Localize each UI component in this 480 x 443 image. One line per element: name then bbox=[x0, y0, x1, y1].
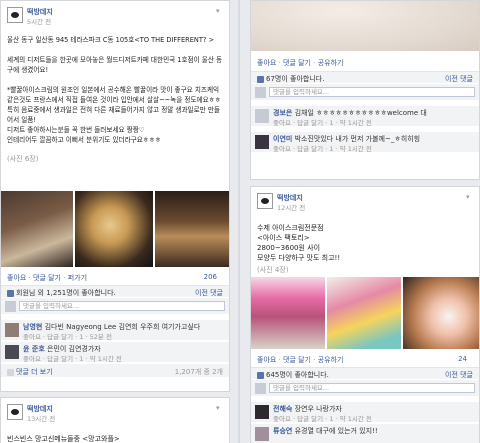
comment-text: 류승연 유경열 대구에 있는거 있지!! bbox=[273, 427, 378, 435]
comment: 윤 준호 은민이 김연경가자 좋아요 · 답글 달기 · 1 · 약 1시간 전 bbox=[1, 341, 229, 363]
photo-grid bbox=[1, 191, 229, 267]
avatar[interactable] bbox=[5, 323, 19, 337]
left-column: 떡방데지 5시간 전 ▾ 울산 동구 일산동 945 테라스파크 C동 105호… bbox=[0, 0, 230, 443]
post-actions: 좋아요 · 댓글 달기 · 공유하기 24 bbox=[257, 355, 467, 364]
comment-meta: 좋아요 · 답글 달기 · 1 · 약 1시간 전 bbox=[273, 415, 372, 423]
avatar bbox=[255, 87, 266, 98]
comment-button[interactable]: 댓글 달기 bbox=[283, 59, 311, 67]
thumbs-up-icon bbox=[257, 75, 264, 83]
comment-box: 댓글을 입력하세요... bbox=[251, 380, 479, 396]
post-card: 떡방데지 12시간 전 ▾ 수제 아이스크림전문점 <아이스 팩토리> 2800… bbox=[250, 186, 480, 443]
comment: 류승연 유경열 대구에 있는거 있지!! bbox=[251, 423, 479, 443]
likes-text[interactable]: 회원님 외 1,251명이 좋아합니다. bbox=[16, 289, 116, 297]
comment-meta: 좋아요 · 답글 달기 · 1 · 약 1시간 전 bbox=[273, 145, 372, 153]
photo-1[interactable] bbox=[251, 277, 325, 349]
more-comments-row: 댓글 더 보기 1,207개 중 2개 bbox=[1, 363, 229, 377]
page-avatar[interactable] bbox=[7, 7, 23, 23]
prev-comments-link[interactable]: 이전 댓글 bbox=[445, 74, 473, 84]
avatar[interactable] bbox=[255, 427, 269, 441]
comment: 이연미 박소진맛있다 내가 먼저 가볼께~_ㅎ히히힝 좋아요 · 답글 달기 ·… bbox=[251, 131, 479, 153]
chevron-down-icon[interactable]: ▾ bbox=[216, 7, 223, 15]
avatar[interactable] bbox=[255, 109, 269, 123]
comment: 경보은 김채일 ㅎㅎㅎㅎㅎㅎㅎㅎㅎㅎㅎwelcome 대 좋아요 · 답글 달기… bbox=[251, 105, 479, 127]
comment-bubble-icon bbox=[7, 368, 14, 376]
post-text: 수제 아이스크림전문점 <아이스 팩토리> 2800~3600원 사이 모양두 … bbox=[257, 224, 341, 262]
post-time[interactable]: 5시간 전 bbox=[27, 16, 51, 26]
avatar bbox=[255, 383, 266, 394]
photo-3[interactable] bbox=[403, 277, 479, 349]
avatar[interactable] bbox=[5, 345, 19, 359]
photo-2[interactable] bbox=[327, 277, 401, 349]
post-actions: 좋아요 · 댓글 달기 · 퍼가기 206 bbox=[7, 273, 217, 282]
likes-text[interactable]: 67명이 좋아합니다. bbox=[266, 75, 324, 83]
likes-summary: 645명이 좋아합니다. 이전 댓글 bbox=[251, 367, 479, 379]
comment-box: 댓글을 입력하세요... bbox=[1, 298, 229, 314]
comment-input[interactable]: 댓글을 입력하세요... bbox=[19, 301, 225, 311]
share-count[interactable]: 24 bbox=[458, 355, 467, 363]
photo-3[interactable] bbox=[155, 191, 229, 267]
prev-comments-link[interactable]: 이전 댓글 bbox=[445, 370, 473, 380]
post-text: 울산 동구 일산동 945 테라스파크 C동 105호<TO THE DIFFE… bbox=[7, 36, 223, 144]
share-button[interactable]: 공유하기 bbox=[318, 59, 344, 67]
photo-2[interactable] bbox=[75, 191, 153, 267]
right-column: 좋아요 · 댓글 달기 · 공유하기 67명이 좋아합니다. 이전 댓글 댓글을… bbox=[250, 0, 480, 443]
photo-1[interactable] bbox=[1, 191, 73, 267]
comment-box: 댓글을 입력하세요... bbox=[251, 84, 479, 100]
thumbs-up-icon bbox=[7, 289, 14, 297]
share-button[interactable]: 퍼가기 bbox=[68, 274, 87, 282]
prev-comments-link[interactable]: 이전 댓글 bbox=[195, 288, 223, 298]
like-button[interactable]: 좋아요 bbox=[257, 356, 276, 364]
likes-text[interactable]: 645명이 좋아합니다. bbox=[266, 371, 329, 379]
post-time[interactable]: 13시간 전 bbox=[27, 413, 55, 423]
comment-meta: 좋아요 · 답글 달기 · 1 · 약 1시간 전 bbox=[23, 355, 122, 363]
post-photo[interactable] bbox=[251, 1, 479, 51]
like-button[interactable]: 좋아요 bbox=[257, 59, 276, 67]
likes-summary: 회원님 외 1,251명이 좋아합니다. 이전 댓글 bbox=[1, 285, 229, 297]
avatar[interactable] bbox=[255, 405, 269, 419]
comment-meta: 좋아요 · 답글 달기 · 1 · 약 1시간 전 bbox=[273, 119, 372, 127]
avatar bbox=[5, 301, 16, 312]
photo-count[interactable]: (사진 6장) bbox=[7, 154, 223, 164]
photo-count[interactable]: (사진 4장) bbox=[257, 265, 473, 275]
chevron-down-icon[interactable]: ▾ bbox=[466, 193, 473, 201]
post-card: 떡방데지 13시간 전 ▾ 빈스빈스 망고신메뉴들중 <망고와플> bbox=[0, 397, 230, 443]
comment: 남영현 김다빈 Nagyeong Lee 김연희 우주희 여기가고싶다 좋아요 … bbox=[1, 319, 229, 341]
comment: 전해숙 장연우 나랑가자 좋아요 · 답글 달기 · 1 · 약 1시간 전 bbox=[251, 401, 479, 423]
comment-button[interactable]: 댓글 달기 bbox=[283, 356, 311, 364]
post-text: 빈스빈스 망고신메뉴들중 <망고와플> bbox=[7, 435, 120, 443]
post-card: 떡방데지 5시간 전 ▾ 울산 동구 일산동 945 테라스파크 C동 105호… bbox=[0, 0, 230, 392]
likes-summary: 67명이 좋아합니다. 이전 댓글 bbox=[251, 71, 479, 83]
comment-input[interactable]: 댓글을 입력하세요... bbox=[269, 87, 475, 97]
post-time[interactable]: 12시간 전 bbox=[277, 202, 305, 212]
comment-meta: 좋아요 · 답글 달기 · 1 · 52분 전 bbox=[23, 333, 112, 341]
page-avatar[interactable] bbox=[7, 404, 23, 420]
post-card: 좋아요 · 댓글 달기 · 공유하기 67명이 좋아합니다. 이전 댓글 댓글을… bbox=[250, 0, 480, 180]
column-divider bbox=[238, 0, 240, 443]
chevron-down-icon[interactable]: ▾ bbox=[216, 404, 223, 412]
photo-grid bbox=[251, 277, 479, 349]
share-button[interactable]: 공유하기 bbox=[318, 356, 344, 364]
avatar[interactable] bbox=[255, 135, 269, 149]
comment-button[interactable]: 댓글 달기 bbox=[33, 274, 61, 282]
comment-count: 1,207개 중 2개 bbox=[174, 368, 223, 376]
post-actions: 좋아요 · 댓글 달기 · 공유하기 bbox=[257, 59, 344, 67]
page-avatar[interactable] bbox=[257, 193, 273, 209]
comment-input[interactable]: 댓글을 입력하세요... bbox=[269, 383, 475, 393]
like-button[interactable]: 좋아요 bbox=[7, 274, 26, 282]
more-comments-link[interactable]: 댓글 더 보기 bbox=[16, 368, 53, 376]
thumbs-up-icon bbox=[257, 371, 264, 379]
share-count[interactable]: 206 bbox=[204, 273, 217, 281]
